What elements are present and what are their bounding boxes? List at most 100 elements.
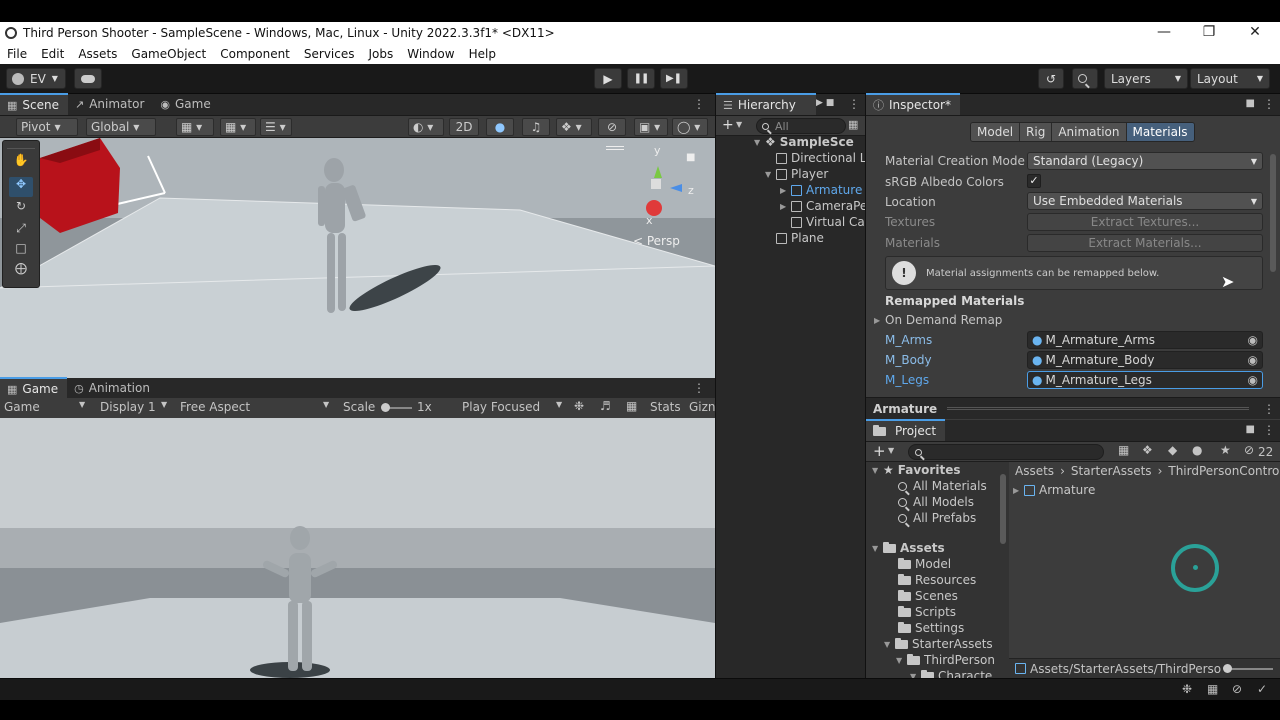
cloud-button[interactable]: [74, 68, 102, 89]
extract-textures-button[interactable]: Extract Textures...: [1027, 213, 1263, 231]
more-options-icon[interactable]: ⋮: [1263, 423, 1275, 437]
tab-project[interactable]: Project: [866, 419, 946, 441]
folder-item[interactable]: Scripts: [898, 604, 956, 620]
menu-jobs[interactable]: Jobs: [369, 47, 394, 61]
tab-model[interactable]: Model: [971, 123, 1021, 141]
step-button[interactable]: ▶❚: [660, 68, 688, 89]
scale-tool-icon[interactable]: ⤢: [9, 221, 33, 241]
tab-inspector[interactable]: ⓘ Inspector*: [866, 93, 960, 115]
transform-tool-icon[interactable]: ⨁: [9, 261, 33, 281]
tab-animation-import[interactable]: Animation: [1052, 123, 1127, 141]
more-options-icon[interactable]: ⋮: [693, 381, 705, 395]
hierarchy-item-armature[interactable]: ▶ Armature: [780, 182, 862, 198]
on-demand-foldout[interactable]: ▶ On Demand Remap: [874, 313, 1002, 327]
display-mode-dropdown[interactable]: Game: [4, 400, 40, 414]
menu-component[interactable]: Component: [220, 47, 290, 61]
game-viewport[interactable]: [0, 418, 715, 678]
preview-bar[interactable]: Armature ⋮: [866, 397, 1280, 419]
rotate-tool-icon[interactable]: ↻: [9, 199, 33, 219]
grid-snap-button[interactable]: ▦ ▾: [176, 118, 214, 136]
transform-tool-button[interactable]: ☰ ▾: [260, 118, 292, 136]
location-dropdown[interactable]: Use Embedded Materials ▼: [1027, 192, 1263, 210]
effects-toggle[interactable]: ❖ ▾: [556, 118, 592, 136]
toggle-2d-button[interactable]: 2D: [449, 118, 479, 136]
favorite-item[interactable]: All Models: [898, 494, 974, 510]
gizmos-dropdown[interactable]: ◯ ▾: [672, 118, 708, 136]
object-picker-icon[interactable]: ◉: [1248, 353, 1258, 367]
keyboard-icon[interactable]: ▦: [626, 399, 637, 413]
scene-viewport[interactable]: ✋ ✥ ↻ ⤢ □ ⨁ y z x < Persp ■: [0, 138, 715, 378]
hierarchy-item-light[interactable]: Directional L: [776, 150, 866, 166]
hidden-packages-icon[interactable]: ⊘: [1244, 443, 1254, 457]
stats-button[interactable]: Stats: [650, 400, 681, 414]
folder-item[interactable]: Settings: [898, 620, 964, 636]
hierarchy-item-virtual-camera[interactable]: Virtual Ca: [791, 214, 865, 230]
hidden-toggle[interactable]: ⊘: [598, 118, 626, 136]
hierarchy-item-plane[interactable]: Plane: [776, 230, 824, 246]
pivot-dropdown[interactable]: Pivot ▼: [16, 118, 78, 136]
menu-assets[interactable]: Assets: [78, 47, 117, 61]
project-search[interactable]: [908, 444, 1104, 460]
more-options-icon[interactable]: ⋮: [693, 97, 705, 111]
tag-icon[interactable]: ◆: [1168, 443, 1177, 457]
hierarchy-item-scene[interactable]: ▼ ❖ SampleSce: [754, 134, 854, 150]
extract-materials-button[interactable]: Extract Materials...: [1027, 234, 1263, 252]
drag-handle[interactable]: [947, 407, 1249, 410]
remap-field-legs[interactable]: ● M_Armature_Legs ◉: [1027, 371, 1263, 389]
account-dropdown[interactable]: EV ▼: [6, 68, 66, 89]
draw-mode-button[interactable]: ◐ ▾: [408, 118, 444, 136]
breadcrumb-item[interactable]: ThirdPersonControlle: [1168, 464, 1280, 478]
hierarchy-item-player[interactable]: ▼ Player: [765, 166, 828, 182]
menu-gameobject[interactable]: GameObject: [131, 47, 206, 61]
tab-materials[interactable]: Materials: [1126, 123, 1194, 141]
menu-services[interactable]: Services: [304, 47, 355, 61]
tab-game[interactable]: ◉ Game: [153, 93, 219, 115]
persp-label[interactable]: < Persp: [633, 234, 680, 248]
bug-icon[interactable]: ❉: [574, 399, 584, 413]
hierarchy-search[interactable]: All: [756, 118, 846, 134]
scale-slider-handle[interactable]: [381, 403, 390, 412]
add-icon[interactable]: +: [873, 442, 886, 460]
breadcrumb-item[interactable]: StarterAssets: [1071, 464, 1152, 478]
search-filter-icon[interactable]: ▦: [848, 118, 858, 131]
alert-icon[interactable]: ●: [1192, 443, 1202, 457]
lock-icon[interactable]: ■: [1246, 424, 1255, 435]
lock-icon[interactable]: ■: [1246, 98, 1255, 109]
tab-scene[interactable]: ▦ Scene: [0, 93, 68, 115]
hand-tool-icon[interactable]: ✋: [9, 153, 33, 173]
star-icon[interactable]: ★: [1220, 443, 1231, 457]
undo-history-button[interactable]: ↺: [1038, 68, 1064, 89]
camera-dropdown[interactable]: ▣ ▾: [634, 118, 668, 136]
slider-handle[interactable]: [1223, 663, 1233, 673]
gizmos-button[interactable]: Gizn: [689, 400, 716, 414]
network-icon[interactable]: ⊘: [1232, 682, 1242, 696]
search-by-type-icon[interactable]: ▦: [1118, 443, 1129, 457]
creation-mode-dropdown[interactable]: Standard (Legacy) ▼: [1027, 152, 1263, 170]
search-button[interactable]: [1072, 68, 1098, 89]
more-options-icon[interactable]: ⋮: [848, 97, 860, 111]
more-options-icon[interactable]: ⋮: [1263, 97, 1275, 111]
display-dropdown[interactable]: Display 1: [100, 400, 156, 414]
minimize-icon[interactable]: —: [1141, 22, 1187, 43]
breadcrumb-item[interactable]: Assets: [1015, 464, 1054, 478]
lighting-toggle[interactable]: ●: [486, 118, 514, 136]
folder-item[interactable]: Scenes: [898, 588, 958, 604]
folder-item-thirdperson[interactable]: ▼ ThirdPerson: [896, 652, 995, 668]
add-icon[interactable]: +: [722, 117, 734, 133]
folder-item[interactable]: Resources: [898, 572, 976, 588]
menu-edit[interactable]: Edit: [41, 47, 64, 61]
menu-help[interactable]: Help: [469, 47, 496, 61]
lock-icon[interactable]: ▶ ■: [816, 98, 834, 108]
object-picker-icon[interactable]: ◉: [1248, 333, 1258, 347]
search-by-label-icon[interactable]: ❖: [1142, 443, 1153, 457]
play-mode-dropdown[interactable]: Play Focused: [462, 400, 540, 414]
folder-tree-scrollbar[interactable]: [1000, 474, 1006, 544]
remap-field-arms[interactable]: ● M_Armature_Arms ◉: [1027, 331, 1263, 349]
increment-snap-button[interactable]: ▦ ▾: [220, 118, 256, 136]
object-picker-icon[interactable]: ◉: [1248, 373, 1258, 387]
menu-window[interactable]: Window: [407, 47, 454, 61]
global-dropdown[interactable]: Global ▼: [86, 118, 156, 136]
cache-icon[interactable]: ▦: [1207, 682, 1218, 696]
audio-toggle[interactable]: ♫: [522, 118, 550, 136]
tab-animation[interactable]: ◷ Animation: [67, 377, 159, 399]
